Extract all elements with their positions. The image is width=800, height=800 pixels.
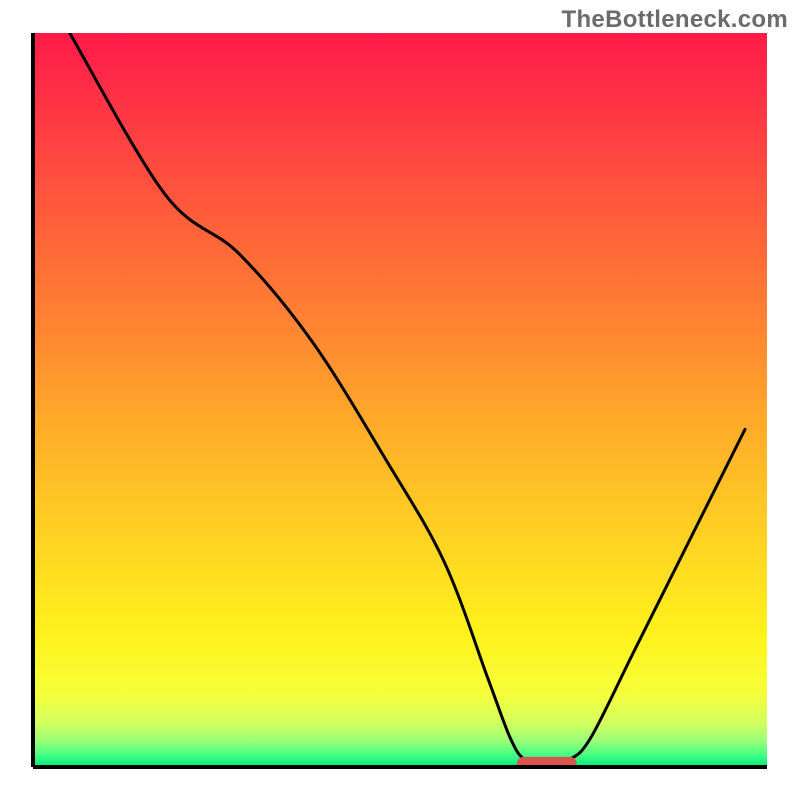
chart-svg xyxy=(0,0,800,800)
gradient-background xyxy=(33,33,767,767)
bottleneck-chart: TheBottleneck.com xyxy=(0,0,800,800)
watermark-text: TheBottleneck.com xyxy=(562,6,788,34)
